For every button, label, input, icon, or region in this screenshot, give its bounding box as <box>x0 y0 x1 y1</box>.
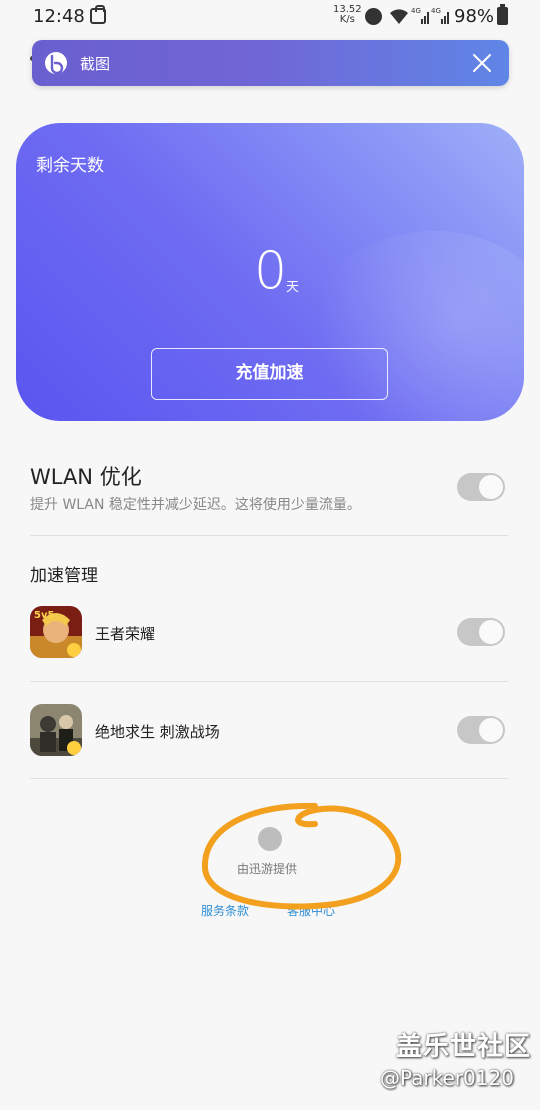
screenshot-banner[interactable]: 截图 <box>32 40 509 86</box>
honor-of-kings-icon: 5v5 <box>30 606 82 658</box>
network-speed: 13.52 K/s <box>333 4 362 25</box>
toggle-knob <box>479 718 503 742</box>
divider <box>30 778 508 779</box>
remaining-days-label: 剩余天数 <box>36 156 104 176</box>
signal-4g-icon: 4G <box>411 7 429 24</box>
game-label-pubg: 绝地求生 刺激战场 <box>95 723 220 741</box>
status-time: 12:48 <box>33 6 85 27</box>
wlan-description: 提升 WLAN 稳定性并减少延迟。这将使用少量流量。 <box>30 497 361 513</box>
orange-circle-annotation <box>201 802 402 910</box>
close-icon[interactable] <box>469 50 495 76</box>
shopping-bag-icon <box>90 5 106 24</box>
battery-percent: 98% <box>454 6 495 27</box>
divider <box>30 535 508 536</box>
game-label-honor-of-kings: 王者荣耀 <box>95 625 156 643</box>
alarm-icon <box>365 8 382 25</box>
svg-text:5v5: 5v5 <box>34 610 54 621</box>
status-bar: 12:48 13.52 K/s 4G 4G 98% <box>0 0 540 34</box>
banner-title: 截图 <box>80 55 111 73</box>
signal-4g-icon-2: 4G <box>431 7 449 24</box>
pubg-icon <box>30 704 82 756</box>
bixby-b-icon <box>45 52 67 75</box>
wlan-title: WLAN 优化 <box>30 465 142 489</box>
honor-of-kings-toggle[interactable] <box>457 618 505 646</box>
remaining-days-unit: 天 <box>286 280 300 295</box>
recharge-button[interactable]: 充值加速 <box>151 348 388 400</box>
remaining-days-card: 剩余天数 0 天 充值加速 <box>16 123 524 421</box>
wlan-toggle[interactable] <box>457 473 505 501</box>
battery-icon <box>497 4 508 25</box>
accel-section-title: 加速管理 <box>30 566 98 586</box>
svg-text:4G: 4G <box>411 7 421 15</box>
watermark-brand: 盖乐世社区 <box>396 1032 532 1062</box>
wifi-icon <box>390 9 408 24</box>
svg-text:4G: 4G <box>431 7 441 15</box>
watermark-user: @Parker0120 <box>380 1066 514 1090</box>
pubg-toggle[interactable] <box>457 716 505 744</box>
toggle-knob <box>479 475 503 499</box>
remaining-days-value: 0 <box>254 241 288 301</box>
divider <box>30 681 508 682</box>
toggle-knob <box>479 620 503 644</box>
